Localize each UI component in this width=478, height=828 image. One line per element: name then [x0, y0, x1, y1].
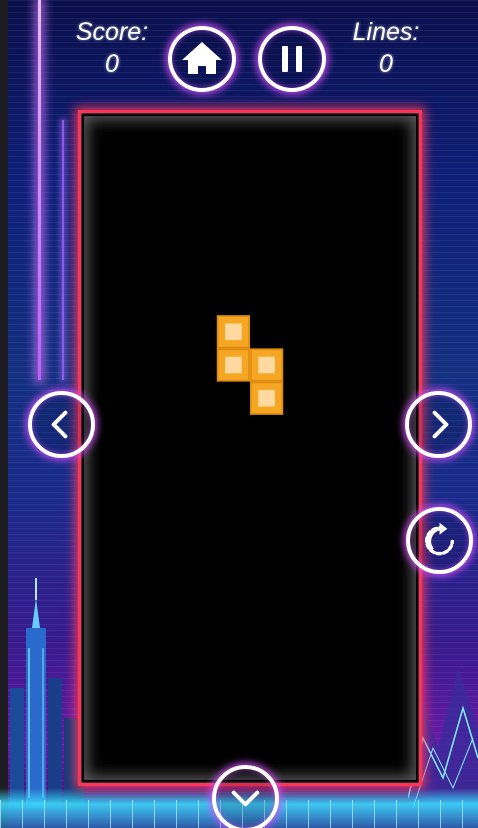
- score-label: Score:: [75, 18, 149, 46]
- pause-button[interactable]: [258, 26, 326, 92]
- lines-value: 0: [379, 50, 393, 78]
- game-board-well: [84, 116, 416, 780]
- game-board: [78, 110, 422, 786]
- piece-block: [216, 348, 250, 382]
- chevron-right-icon: [432, 410, 449, 439]
- lines-label: Lines:: [352, 18, 420, 46]
- active-piece: [216, 315, 284, 415]
- move-right-button[interactable]: [405, 391, 472, 458]
- pause-icon: [282, 46, 302, 72]
- left-edge-strip: [0, 0, 8, 828]
- chevron-down-icon: [231, 790, 260, 807]
- chevron-left-icon: [51, 410, 68, 439]
- piece-block: [250, 381, 284, 415]
- neon-beam-left: [38, 0, 41, 380]
- piece-block: [216, 315, 250, 349]
- rotate-icon: [425, 522, 455, 556]
- game-screen: Score: 0 Lines: 0: [0, 0, 478, 828]
- piece-block: [250, 348, 284, 382]
- move-left-button[interactable]: [28, 391, 95, 458]
- neon-beam-left-secondary: [62, 120, 64, 380]
- home-icon: [182, 42, 222, 74]
- rotate-button[interactable]: [406, 507, 473, 574]
- score-value: 0: [105, 50, 119, 78]
- drop-down-button[interactable]: [212, 765, 279, 828]
- home-button[interactable]: [168, 26, 236, 92]
- city-skyline-left: [10, 578, 84, 808]
